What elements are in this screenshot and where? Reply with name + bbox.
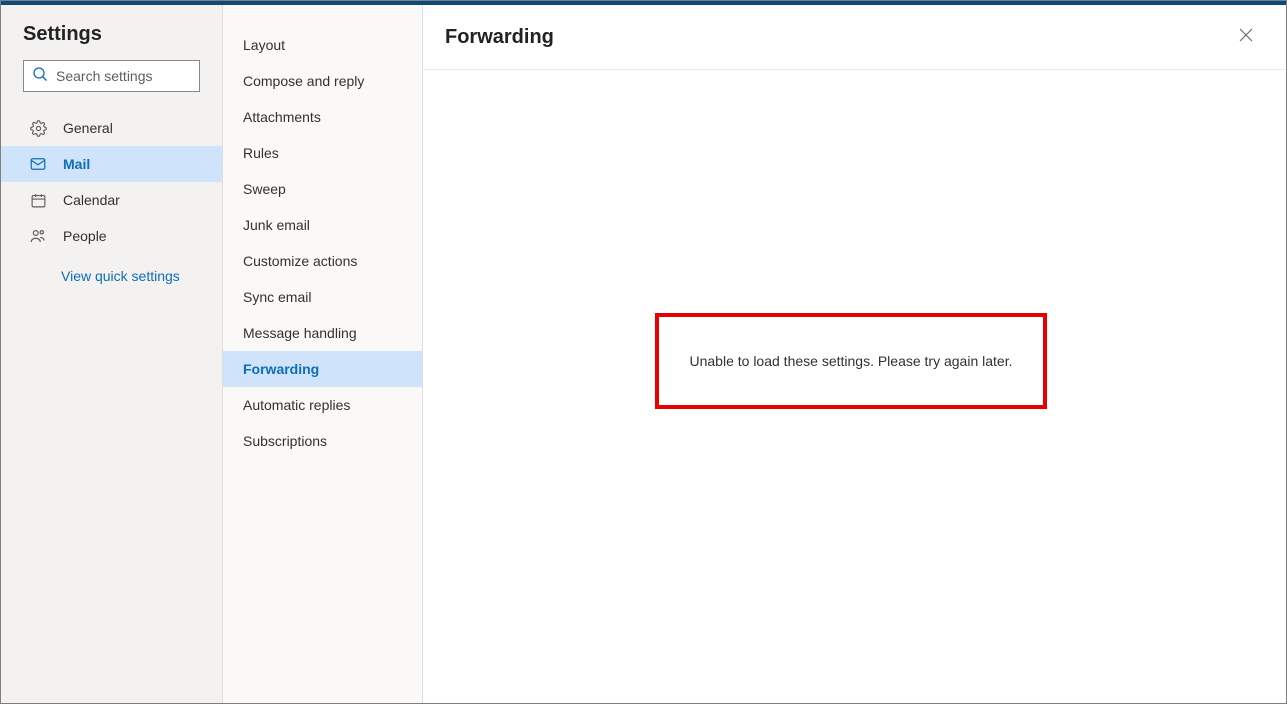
subnav-item-compose-and-reply[interactable]: Compose and reply bbox=[223, 63, 422, 99]
settings-dialog: Settings bbox=[0, 0, 1287, 704]
view-quick-settings-link[interactable]: View quick settings bbox=[1, 254, 222, 284]
error-callout: Unable to load these settings. Please tr… bbox=[655, 313, 1047, 409]
nav-item-label: People bbox=[63, 228, 107, 244]
subnav-item-label: Subscriptions bbox=[243, 433, 327, 449]
subnav-item-junk-email[interactable]: Junk email bbox=[223, 207, 422, 243]
subnav-item-sweep[interactable]: Sweep bbox=[223, 171, 422, 207]
primary-nav-column: Settings bbox=[1, 5, 223, 703]
mail-icon bbox=[29, 155, 47, 173]
search-container bbox=[1, 60, 222, 104]
subnav-item-label: Rules bbox=[243, 145, 279, 161]
close-button[interactable] bbox=[1232, 23, 1260, 51]
nav-item-general[interactable]: General bbox=[1, 110, 222, 146]
subnav-item-label: Layout bbox=[243, 37, 285, 53]
subnav-item-message-handling[interactable]: Message handling bbox=[223, 315, 422, 351]
subnav-item-label: Junk email bbox=[243, 217, 310, 233]
secondary-nav-column: Layout Compose and reply Attachments Rul… bbox=[223, 5, 423, 703]
subnav-item-label: Customize actions bbox=[243, 253, 357, 269]
people-icon bbox=[29, 227, 47, 245]
nav-item-label: Mail bbox=[63, 156, 90, 172]
error-message: Unable to load these settings. Please tr… bbox=[690, 353, 1013, 369]
subnav-item-automatic-replies[interactable]: Automatic replies bbox=[223, 387, 422, 423]
subnav-item-rules[interactable]: Rules bbox=[223, 135, 422, 171]
subnav-item-label: Compose and reply bbox=[243, 73, 364, 89]
nav-item-calendar[interactable]: Calendar bbox=[1, 182, 222, 218]
subnav-item-label: Attachments bbox=[243, 109, 321, 125]
nav-item-label: Calendar bbox=[63, 192, 120, 208]
subnav-item-forwarding[interactable]: Forwarding bbox=[223, 351, 422, 387]
settings-title: Settings bbox=[1, 23, 222, 60]
search-input[interactable] bbox=[56, 68, 191, 84]
content-header: Forwarding bbox=[423, 5, 1286, 70]
subnav-item-subscriptions[interactable]: Subscriptions bbox=[223, 423, 422, 459]
subnav-item-customize-actions[interactable]: Customize actions bbox=[223, 243, 422, 279]
subnav-item-sync-email[interactable]: Sync email bbox=[223, 279, 422, 315]
subnav-item-label: Forwarding bbox=[243, 361, 319, 377]
nav-item-people[interactable]: People bbox=[1, 218, 222, 254]
gear-icon bbox=[29, 119, 47, 137]
main-layout: Settings bbox=[1, 5, 1286, 703]
content-column: Forwarding Unable to load these settings… bbox=[423, 5, 1286, 703]
subnav-item-label: Message handling bbox=[243, 325, 357, 341]
subnav-item-label: Sync email bbox=[243, 289, 311, 305]
close-icon bbox=[1239, 28, 1253, 47]
content-title: Forwarding bbox=[445, 26, 554, 49]
subnav-item-layout[interactable]: Layout bbox=[223, 27, 422, 63]
nav-item-mail[interactable]: Mail bbox=[1, 146, 222, 182]
calendar-icon bbox=[29, 191, 47, 209]
search-box[interactable] bbox=[23, 60, 200, 92]
content-body: Unable to load these settings. Please tr… bbox=[423, 70, 1286, 703]
subnav-item-label: Sweep bbox=[243, 181, 286, 197]
subnav-item-attachments[interactable]: Attachments bbox=[223, 99, 422, 135]
subnav-item-label: Automatic replies bbox=[243, 397, 350, 413]
nav-item-label: General bbox=[63, 120, 113, 136]
search-icon bbox=[32, 66, 48, 87]
primary-nav-list: General Mail bbox=[1, 104, 222, 284]
